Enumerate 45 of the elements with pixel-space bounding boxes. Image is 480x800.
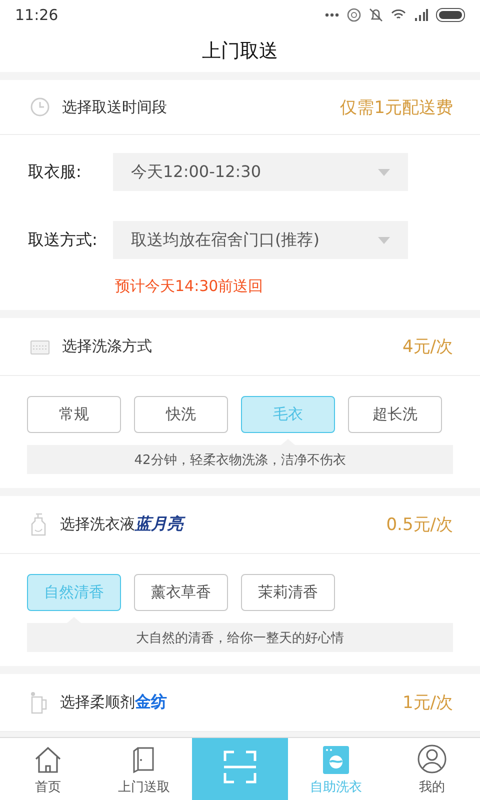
section-title: 选择取送时间段 [62,98,167,116]
field-label: 取送方式: [28,230,98,250]
bottle-icon [30,512,48,536]
option-button[interactable]: 超长洗 [348,396,442,433]
scan-icon [223,750,257,784]
tab-item[interactable]: 首页 [0,738,96,800]
section-title: 选择柔顺剂 [60,693,135,712]
price-text: 仅需1元配送费 [340,96,453,118]
hotspot-icon [347,8,361,22]
price-text: 0.5元/次 [386,514,453,536]
price-text: 4元/次 [402,336,453,358]
tab-item[interactable]: 上门送取 [96,738,192,800]
section-title: 选择洗涤方式 [62,337,152,356]
signal-icon [414,9,428,21]
section-title: 选择洗衣液 [60,515,135,534]
door-icon [132,746,156,774]
caret-icon [378,236,390,244]
more-icon [325,13,339,17]
field-label: 取衣服: [28,162,82,182]
clock-icon [30,97,50,117]
washer-icon [323,746,349,774]
dropdown-field[interactable]: 取送均放在宿舍门口(推荐) [113,221,408,259]
option-button[interactable]: 常规 [27,396,121,433]
battery-icon [436,8,466,22]
option-description: 大自然的清香，给你一整天的好心情 [27,623,453,652]
profile-icon [417,744,447,774]
jug-icon [30,690,48,714]
estimate-text: 预计今天14:30前送回 [114,277,264,297]
bell-off-icon [369,8,383,22]
home-icon [34,746,62,774]
brand-logo: 金纺 [135,692,167,713]
wifi-icon [391,9,406,21]
status-time: 11:26 [15,6,58,24]
scan-button[interactable] [192,738,288,800]
option-button[interactable]: 快洗 [134,396,228,433]
caret-icon [378,168,390,176]
dropdown-field[interactable]: 今天12:00-12:30 [113,153,408,191]
price-text: 1元/次 [402,692,453,714]
option-button[interactable]: 茉莉清香 [241,574,335,611]
brand-logo: 蓝月亮 [135,514,183,535]
tab-item[interactable]: 我的 [384,738,480,800]
option-description: 42分钟，轻柔衣物洗涤，洁净不伤衣 [27,445,453,474]
page-title: 上门取送 [202,39,278,64]
basin-icon [30,338,50,354]
option-button[interactable]: 薰衣草香 [134,574,228,611]
